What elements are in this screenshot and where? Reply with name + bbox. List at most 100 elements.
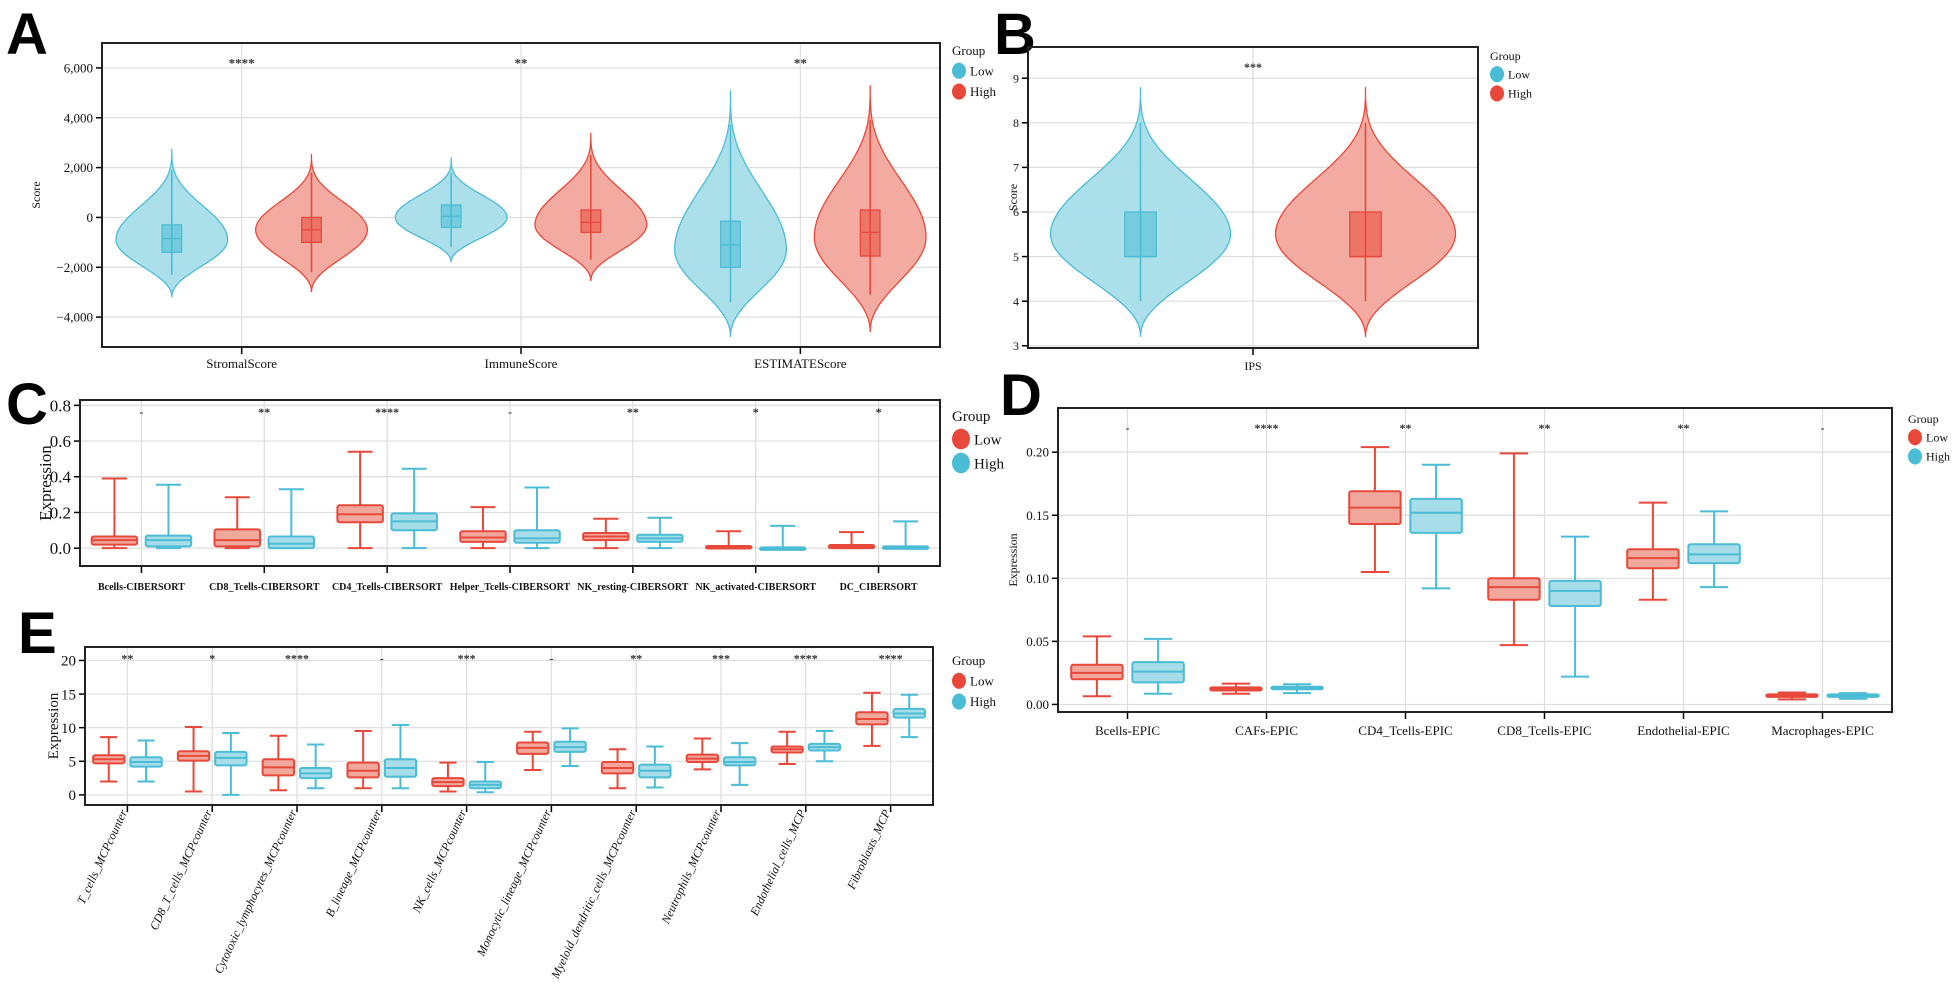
box-low-5 [516, 730, 550, 772]
y-tick-label: 6,000 [64, 60, 93, 75]
significance-label: **** [1255, 421, 1279, 435]
box-high-0 [144, 483, 193, 550]
significance-label: *** [1244, 60, 1262, 74]
legend: Group Low High [952, 653, 997, 710]
legend: Group Low High [1908, 412, 1950, 465]
x-tick-label: CD4_Tcells-EPIC [1358, 723, 1452, 738]
significance-label: ** [258, 405, 270, 419]
significance-label: ** [794, 56, 807, 71]
significance-label: ** [1400, 421, 1412, 435]
legend: Group Low High [1490, 49, 1532, 102]
significance-label: ** [627, 405, 639, 419]
legend-label-low: Low [1926, 430, 1948, 444]
violin-low-0 [115, 148, 229, 298]
legend-title: Group [1490, 49, 1521, 63]
box-high-1 [1270, 683, 1324, 695]
y-tick-label: −2,000 [56, 260, 93, 275]
box-low-2 [1348, 446, 1402, 573]
legend-label-low: Low [970, 63, 994, 78]
box-high-6 [638, 745, 672, 789]
y-tick-label: 3 [1013, 339, 1019, 353]
legend-swatch-high [1490, 85, 1504, 102]
legend-swatch-high [1908, 448, 1922, 465]
box-low-3 [459, 506, 507, 550]
panel-letter-e: E [18, 601, 57, 666]
legend-label-high: High [1926, 450, 1950, 464]
x-tick-label: CD8_Tcells-CIBERSORT [209, 582, 320, 593]
box-iqr [213, 528, 261, 548]
x-tick-label: CAFs-EPIC [1235, 723, 1298, 738]
y-tick-label: 7 [1013, 161, 1019, 175]
x-tick-label: Endothelial-EPIC [1637, 723, 1729, 738]
y-axis-label: Expression [36, 445, 55, 521]
violin-iqr-box [580, 209, 602, 234]
y-tick-label: 8 [1013, 116, 1019, 130]
y-tick-label: 0.05 [1026, 634, 1049, 649]
legend-title: Group [952, 409, 990, 425]
box-iqr [1548, 579, 1602, 608]
box-high-4 [468, 760, 502, 794]
box-low-8 [770, 730, 804, 765]
y-tick-label: 0.20 [1026, 445, 1049, 460]
violin-low-2 [673, 90, 788, 338]
x-tick-label: NK_activated-CIBERSORT [695, 582, 816, 593]
box-high-0 [1131, 637, 1185, 695]
box-low-0 [92, 736, 126, 783]
box-low-2 [336, 450, 384, 550]
panel-d-box-chart: 0.00 0.05 0.10 0.15 0.20 Expression Group Low Hi… [1006, 407, 1950, 738]
box-high-3 [1548, 535, 1602, 678]
significance-label: ** [1678, 421, 1690, 435]
panel-b-violin-chart: 3456789ScoreGroupLowHighIPS*** [1006, 46, 1532, 373]
y-tick-label: 0.00 [1026, 697, 1049, 712]
x-tick-label: Monocytic_lineage_MCPcounter [473, 807, 554, 959]
legend: Group Low High [952, 409, 1005, 474]
legend-swatch-low [952, 428, 970, 450]
box-low-0 [1070, 635, 1124, 698]
legend-title: Group [952, 653, 985, 668]
y-tick-label: 4,000 [64, 110, 93, 125]
x-tick-label: Helper_Tcells-CIBERSORT [450, 582, 571, 593]
x-tick-label: B_lineage_MCPcounter [323, 807, 385, 919]
x-tick-label: Cytotoxic_lymphocytes_MCPcounter [211, 807, 300, 976]
box-high-1 [214, 732, 248, 796]
significance-label: * [753, 405, 759, 419]
y-tick-label: 10 [61, 721, 76, 737]
x-tick-label: Myeloid_dendritic_cells_MCPcounter [548, 807, 639, 981]
box-low-3 [346, 730, 380, 790]
box-iqr [1487, 577, 1541, 601]
box-high-2 [298, 743, 333, 790]
box-low-9 [855, 691, 889, 747]
box-low-3 [1487, 452, 1541, 647]
box-high-6 [881, 520, 930, 550]
legend-swatch-low [952, 672, 966, 689]
box-high-4 [1687, 510, 1741, 589]
box-high-3 [383, 723, 418, 790]
box-low-5 [1765, 691, 1819, 701]
y-tick-label: 0.8 [50, 396, 71, 415]
significance-label: - [508, 405, 512, 419]
legend-swatch-low [1490, 66, 1504, 83]
y-tick-label: 9 [1013, 71, 1019, 85]
x-tick-label: ESTIMATEScore [754, 356, 847, 371]
panel-e-box-chart: 0 5 10 15 20 Expression Group Low High T_cells_MC… [46, 646, 997, 982]
box-low-4 [431, 761, 465, 793]
box-low-6 [600, 748, 635, 790]
y-tick-label: 4 [1013, 294, 1019, 308]
y-tick-label: −4,000 [56, 310, 93, 325]
significance-label: **** [794, 651, 818, 665]
x-tick-label: IPS [1244, 359, 1261, 373]
y-axis-label: Expression [1006, 533, 1020, 586]
significance-label: - [139, 405, 143, 419]
significance-label: - [1821, 421, 1825, 435]
y-tick-label: 15 [61, 687, 76, 703]
violin-high-0 [1274, 87, 1457, 337]
box-high-3 [513, 486, 561, 550]
x-tick-label: CD8_Tcells-EPIC [1497, 723, 1591, 738]
y-tick-label: 20 [61, 654, 76, 670]
box-low-4 [582, 517, 630, 550]
box-iqr [513, 529, 561, 544]
violin-iqr-box [1124, 211, 1157, 258]
x-tick-label: CD8_T_cells_MCPcounter [147, 807, 215, 932]
box-iqr [267, 535, 316, 550]
legend: Group Low High [952, 43, 997, 100]
